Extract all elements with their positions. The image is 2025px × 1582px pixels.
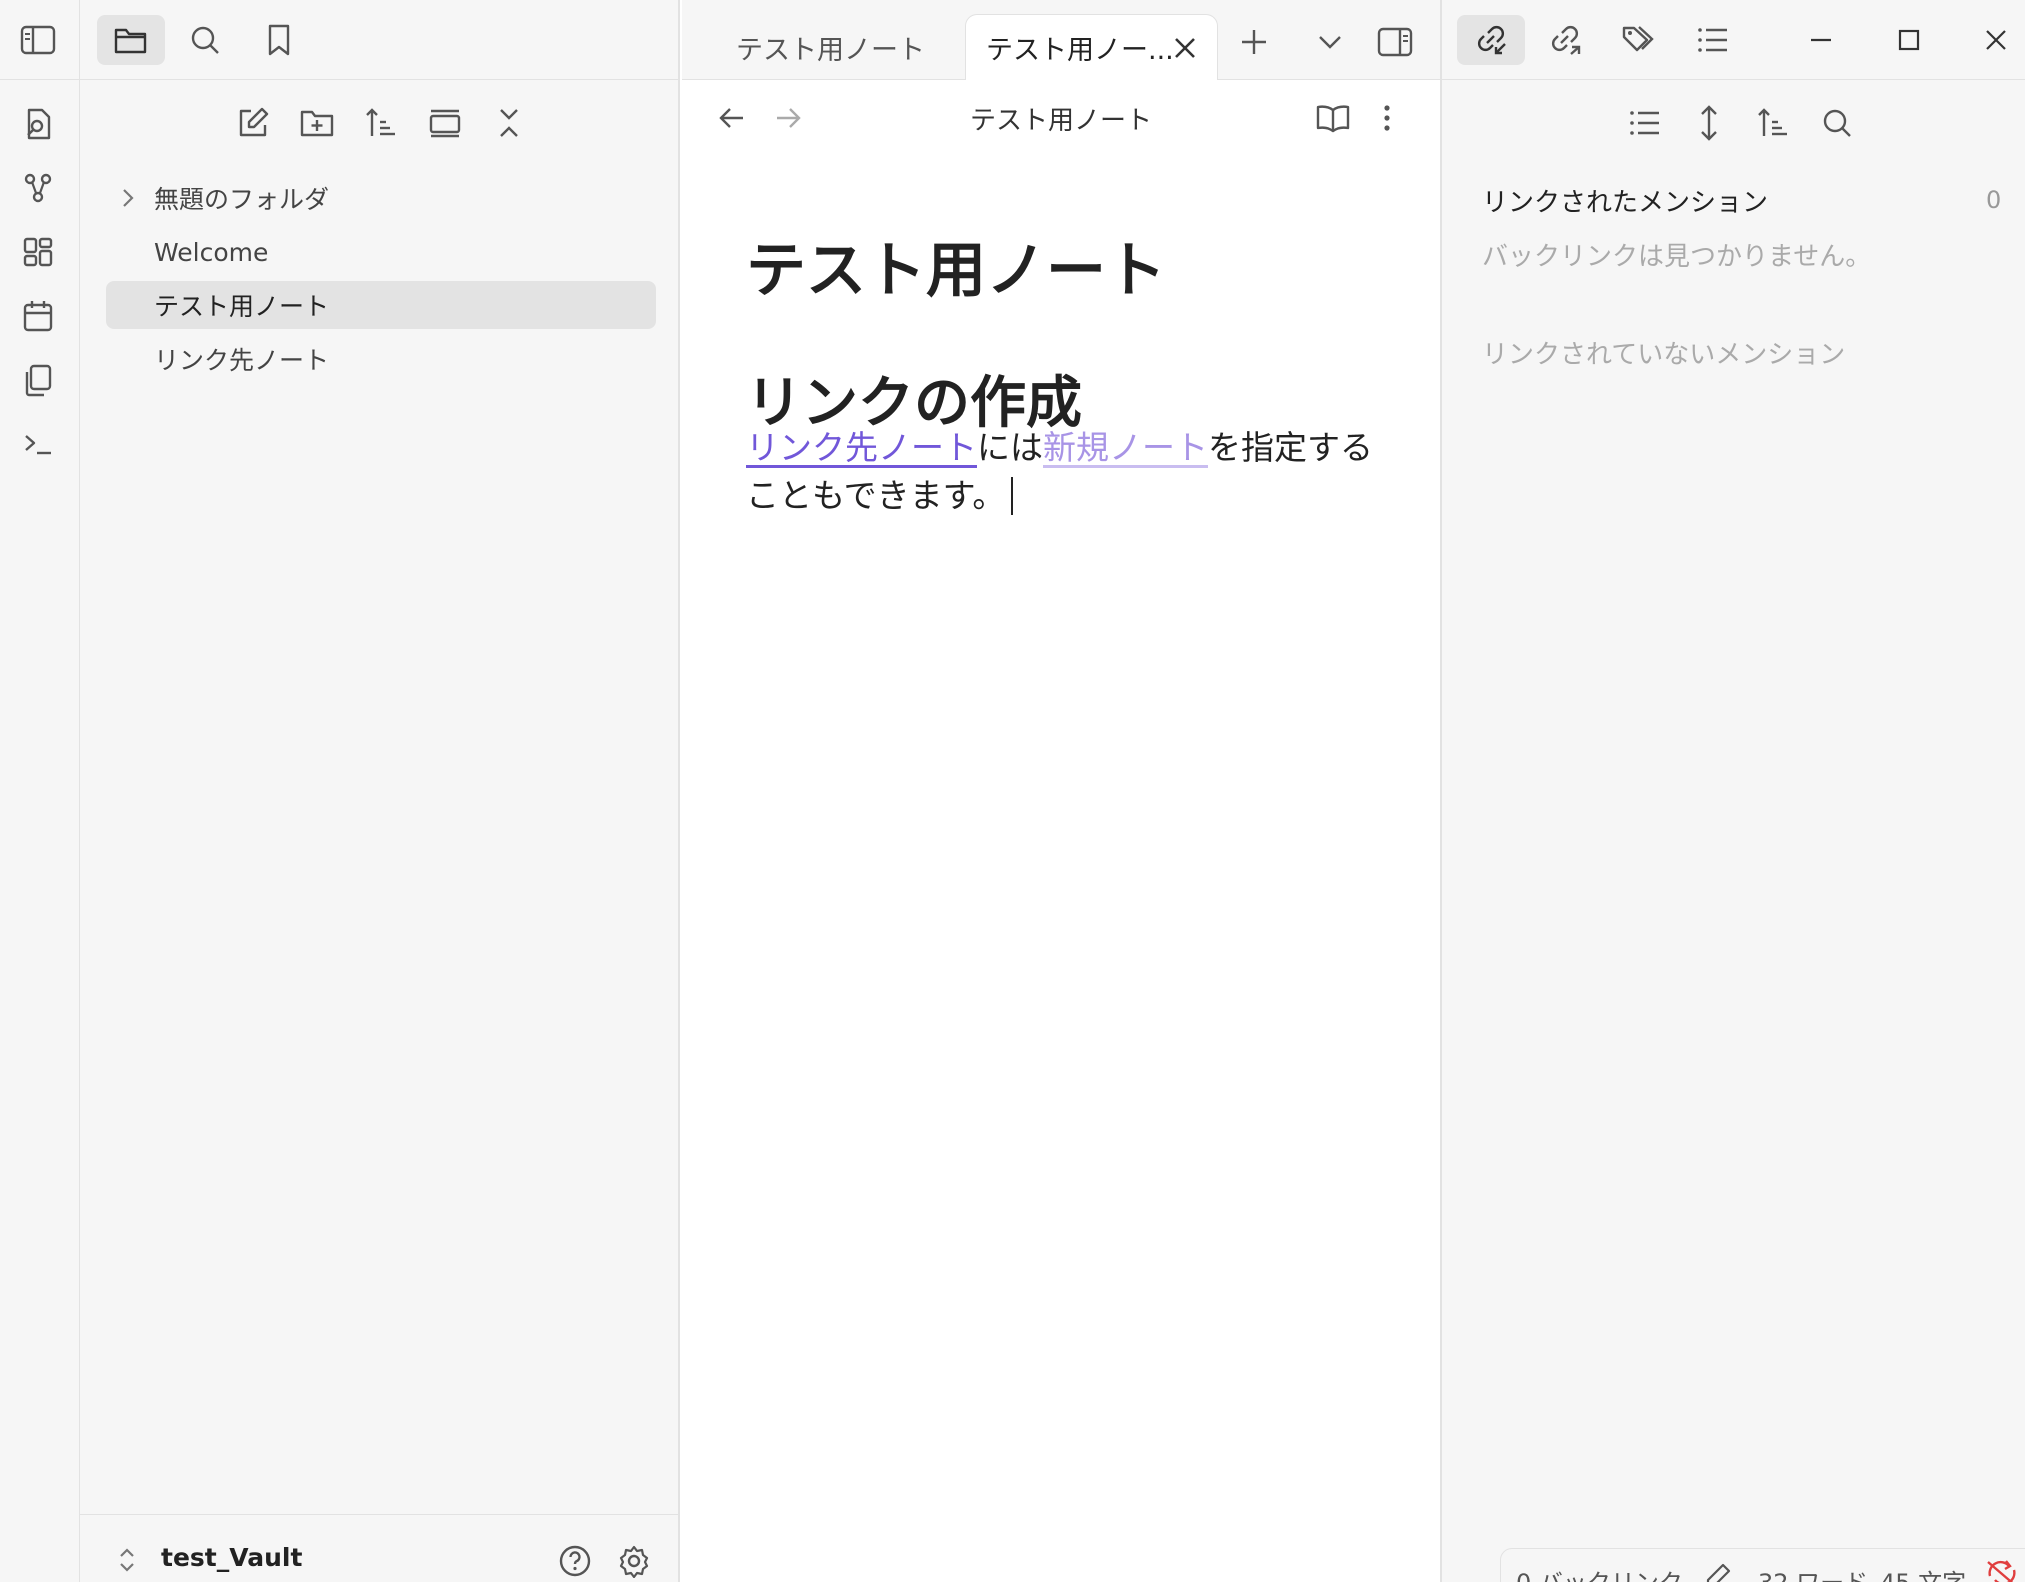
text-cursor xyxy=(1011,477,1014,515)
more-options-icon[interactable] xyxy=(1370,96,1404,140)
tab-note[interactable]: テスト用ノート xyxy=(698,14,958,80)
collapse-all-icon[interactable] xyxy=(486,100,532,146)
new-note-icon[interactable] xyxy=(230,100,276,146)
graph-icon[interactable] xyxy=(16,166,60,210)
chevron-right-icon xyxy=(118,186,138,210)
templates-icon[interactable] xyxy=(16,358,60,402)
tree-item-label: 無題のフォルダ xyxy=(154,185,330,214)
bookmark-icon[interactable] xyxy=(256,17,302,63)
tree-folder[interactable]: 無題のフォルダ xyxy=(106,174,656,222)
expand-icon[interactable] xyxy=(1686,100,1732,146)
tree-item-label: リンク先ノート xyxy=(154,346,330,375)
tags-icon[interactable] xyxy=(1616,17,1662,63)
explorer-header xyxy=(80,0,680,80)
chevron-down-icon[interactable] xyxy=(1308,20,1352,64)
canvas-icon[interactable] xyxy=(16,230,60,274)
outline-icon[interactable] xyxy=(1690,17,1736,63)
vault-switcher-icon[interactable] xyxy=(112,1543,142,1577)
sync-error-icon[interactable] xyxy=(1984,1558,2020,1582)
tree-file[interactable]: Welcome xyxy=(106,228,656,276)
sort-icon[interactable] xyxy=(358,100,404,146)
note-paragraph[interactable]: リンク先ノートには新規ノートを指定することもできます。 xyxy=(746,424,1376,520)
folder-icon[interactable] xyxy=(97,15,165,65)
status-char-count: 45 文字 xyxy=(1880,1563,1966,1582)
tab-note-active[interactable]: テスト用ノー... xyxy=(965,14,1218,80)
command-palette-icon[interactable] xyxy=(16,422,60,466)
tree-file[interactable]: リンク先ノート xyxy=(106,335,656,383)
internal-link[interactable]: リンク先ノート xyxy=(746,428,977,467)
backlinks-icon[interactable] xyxy=(1457,15,1525,65)
status-backlinks[interactable]: 0 バックリンク xyxy=(1516,1563,1683,1582)
new-tab-icon[interactable] xyxy=(1232,20,1276,64)
sort-icon[interactable] xyxy=(1750,100,1796,146)
daily-note-icon[interactable] xyxy=(16,294,60,338)
tree-item-label: テスト用ノート xyxy=(154,292,330,321)
outgoing-links-icon[interactable] xyxy=(1542,17,1588,63)
linked-mentions-title[interactable]: リンクされたメンション xyxy=(1482,182,1768,219)
right-sidebar-toggle-icon[interactable] xyxy=(1372,20,1418,64)
linked-mentions-empty: バックリンクは見つかりません。 xyxy=(1482,242,1872,272)
search-icon[interactable] xyxy=(182,17,228,63)
sidebar-toggle-icon[interactable] xyxy=(14,18,62,62)
quick-switcher-icon[interactable] xyxy=(16,102,60,146)
linked-mentions-count: 0 xyxy=(1986,186,2002,214)
tab-label: テスト用ノート xyxy=(736,34,925,66)
vault-name[interactable]: test_Vault xyxy=(161,1543,302,1572)
list-icon[interactable] xyxy=(1622,100,1668,146)
tree-item-label: Welcome xyxy=(154,237,269,267)
maximize-icon[interactable] xyxy=(1886,17,1932,63)
note-heading-1[interactable]: テスト用ノート xyxy=(746,222,1166,309)
pencil-icon[interactable] xyxy=(1704,1562,1732,1582)
close-icon[interactable] xyxy=(1172,35,1198,61)
paragraph-text: には xyxy=(977,428,1043,467)
minimize-icon[interactable] xyxy=(1798,17,1844,63)
reading-view-icon[interactable] xyxy=(1310,96,1356,140)
tree-file-selected[interactable]: テスト用ノート xyxy=(106,281,656,329)
status-word-count: 32 ワード xyxy=(1758,1563,1868,1582)
new-folder-icon[interactable] xyxy=(294,100,340,146)
help-icon[interactable] xyxy=(553,1539,597,1582)
close-window-icon[interactable] xyxy=(1973,17,2019,63)
search-icon[interactable] xyxy=(1814,100,1860,146)
gear-icon[interactable] xyxy=(612,1539,656,1582)
tab-label: テスト用ノー... xyxy=(986,35,1174,66)
unlinked-mentions-title[interactable]: リンクされていないメンション xyxy=(1482,334,1845,371)
auto-reveal-icon[interactable] xyxy=(422,100,468,146)
unresolved-link[interactable]: 新規ノート xyxy=(1043,428,1208,467)
